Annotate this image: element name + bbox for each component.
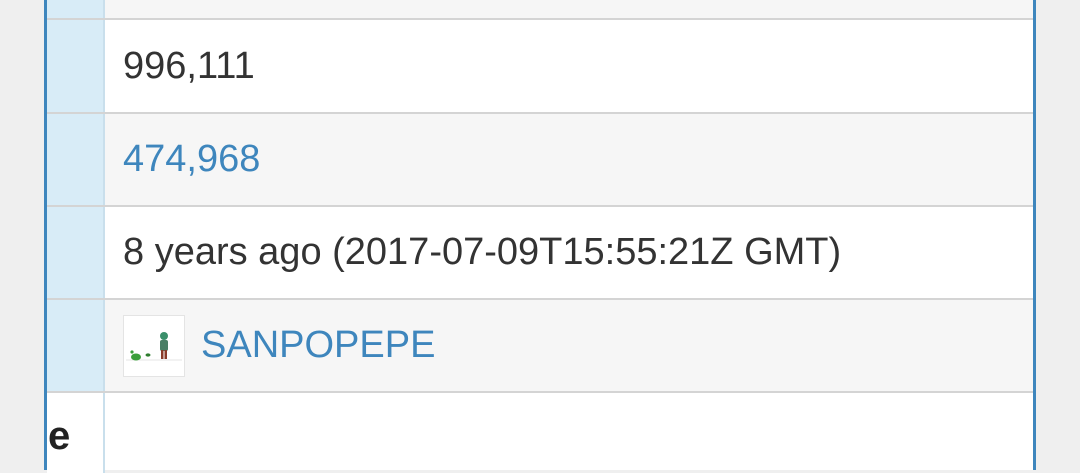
row-label-cell xyxy=(47,20,105,112)
author-name-link[interactable]: SANPOPEPE xyxy=(201,324,435,367)
info-table: 996,111 474,968 8 years ago (2017-07-09T… xyxy=(44,0,1036,473)
table-row xyxy=(47,0,1033,20)
table-row: 8 years ago (2017-07-09T15:55:21Z GMT) xyxy=(47,207,1033,300)
upload-date: 8 years ago (2017-07-09T15:55:21Z GMT) xyxy=(123,231,842,273)
avatar-image xyxy=(124,315,184,376)
table-row: SANPOPEPE xyxy=(47,300,1033,393)
author-cell: SANPOPEPE xyxy=(105,300,1033,391)
author-avatar[interactable] xyxy=(123,314,185,377)
view-count: 996,111 xyxy=(123,44,255,87)
partial-row-label: e xyxy=(48,414,71,458)
table-row: 996,111 xyxy=(47,20,1033,114)
row-label-cell xyxy=(47,207,105,298)
row-label-cell xyxy=(47,300,105,391)
row-label-cell xyxy=(47,114,105,205)
table-row: 474,968 xyxy=(47,114,1033,207)
row-label-cell xyxy=(47,0,105,18)
table-row xyxy=(47,393,1033,473)
like-count-link[interactable]: 474,968 xyxy=(105,114,1033,205)
